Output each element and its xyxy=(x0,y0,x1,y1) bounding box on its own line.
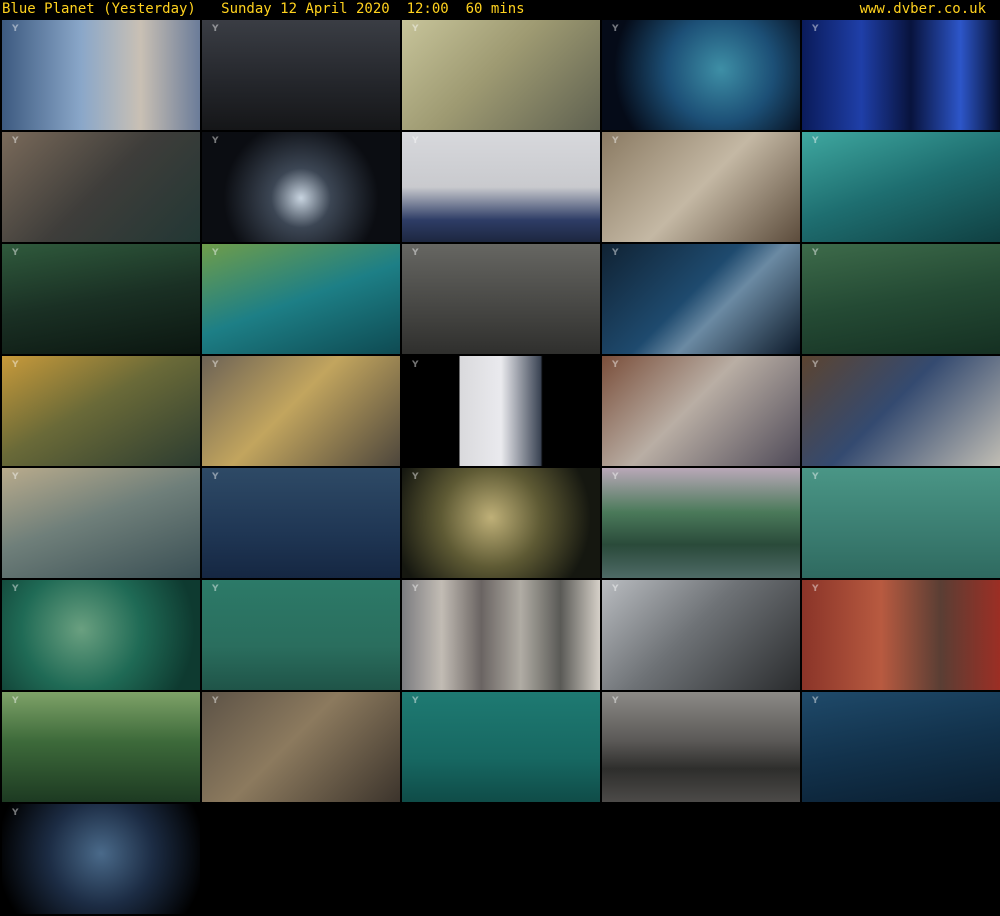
site-link[interactable]: www.dvber.co.uk xyxy=(860,1,986,18)
channel-logo-icon: Y xyxy=(812,360,819,370)
thumbnail-fish-school[interactable]: Y xyxy=(802,692,1000,802)
thumbnail-office-scene[interactable]: Y xyxy=(2,20,200,130)
thumbnail-fish-shoal[interactable]: Y xyxy=(2,580,200,690)
thumbnail-earth-from-space[interactable]: Y xyxy=(602,20,800,130)
channel-logo-icon: Y xyxy=(412,136,419,146)
channel-logo-icon: Y xyxy=(812,472,819,482)
channel-logo-icon: Y xyxy=(212,136,219,146)
channel-logo-icon: Y xyxy=(12,808,19,818)
channel-logo-icon: Y xyxy=(812,696,819,706)
thumbnail-woman-with-map[interactable]: Y xyxy=(602,356,800,466)
thumbnail-presenter-clock[interactable]: Y xyxy=(402,356,600,466)
thumbnail-lake-swimmer[interactable]: Y xyxy=(402,244,600,354)
header-bar: Blue Planet (Yesterday) Sunday 12 April … xyxy=(0,0,1000,20)
channel-logo-icon: Y xyxy=(212,472,219,482)
channel-logo-icon: Y xyxy=(812,24,819,34)
channel-logo-icon: Y xyxy=(812,136,819,146)
thumbnail-seagrass[interactable]: Y xyxy=(802,244,1000,354)
channel-logo-icon: Y xyxy=(12,472,19,482)
thumbnail-bubble-surface[interactable]: Y xyxy=(2,804,200,914)
thumbnail-street-stripes[interactable]: Y xyxy=(402,580,600,690)
channel-logo-icon: Y xyxy=(212,248,219,258)
channel-logo-icon: Y xyxy=(412,248,419,258)
channel-logo-icon: Y xyxy=(812,248,819,258)
channel-logo-icon: Y xyxy=(612,472,619,482)
thumbnail-ruined-city[interactable]: Y xyxy=(602,132,800,242)
channel-logo-icon: Y xyxy=(12,24,19,34)
channel-logo-icon: Y xyxy=(612,248,619,258)
channel-logo-icon: Y xyxy=(412,24,419,34)
thumbnail-snowy-mountain[interactable]: Y xyxy=(602,692,800,802)
thumbnail-kelp-forest-bright[interactable]: Y xyxy=(202,244,400,354)
thumbnail-lobster[interactable]: Y xyxy=(2,468,200,578)
thumbnail-kelp-sunbeams[interactable]: Y xyxy=(2,692,200,802)
thumbnail-whale-underwater[interactable]: Y xyxy=(802,132,1000,242)
channel-logo-icon: Y xyxy=(412,472,419,482)
channel-logo-icon: Y xyxy=(12,136,19,146)
thumbnail-murky-water[interactable]: Y xyxy=(2,132,200,242)
thumbnail-turquoise-water[interactable]: Y xyxy=(402,692,600,802)
programme-title: Blue Planet (Yesterday) Sunday 12 April … xyxy=(2,1,525,17)
thumbnail-glass-building[interactable]: Y xyxy=(202,132,400,242)
channel-logo-icon: Y xyxy=(612,136,619,146)
thumbnail-kelp-forest-dark[interactable]: Y xyxy=(2,244,200,354)
thumbnail-healthy-grill-sign[interactable]: Y xyxy=(602,580,800,690)
channel-logo-icon: Y xyxy=(212,584,219,594)
thumbnail-blue-stripes[interactable]: Y xyxy=(802,20,1000,130)
thumbnail-stormy-sky[interactable]: Y xyxy=(202,20,400,130)
channel-logo-icon: Y xyxy=(612,696,619,706)
channel-logo-icon: Y xyxy=(812,584,819,594)
thumbnail-museum-exhibit[interactable]: Y xyxy=(802,356,1000,466)
thumbnail-mountain-lake[interactable]: Y xyxy=(602,468,800,578)
channel-logo-icon: Y xyxy=(612,360,619,370)
thumbnail-plankton[interactable]: Y xyxy=(202,468,400,578)
channel-logo-icon: Y xyxy=(412,360,419,370)
channel-logo-icon: Y xyxy=(12,696,19,706)
channel-logo-icon: Y xyxy=(12,584,19,594)
channel-logo-icon: Y xyxy=(212,24,219,34)
channel-logo-icon: Y xyxy=(612,24,619,34)
thumbnail-frogfish[interactable]: Y xyxy=(202,692,400,802)
thumbnail-fish-jaws[interactable]: Y xyxy=(402,468,600,578)
channel-logo-icon: Y xyxy=(12,360,19,370)
channel-logo-icon: Y xyxy=(212,360,219,370)
thumbnail-couple-walking[interactable]: Y xyxy=(802,580,1000,690)
thumbnail-rock-edge[interactable]: Y xyxy=(602,244,800,354)
channel-logo-icon: Y xyxy=(412,584,419,594)
channel-logo-icon: Y xyxy=(212,696,219,706)
thumbnail-seal-closeup[interactable]: Y xyxy=(402,20,600,130)
channel-logo-icon: Y xyxy=(412,696,419,706)
thumbnail-teal-underwater[interactable]: Y xyxy=(802,468,1000,578)
thumbnail-grid: Y Y Y Y Y Y Y Y Y Y Y Y Y Y Y Y Y Y Y Y Y Y Y Y Y Y Y Y Y Y Y Y Y Y Y Y xyxy=(0,20,1000,916)
thumbnail-golden-kelp[interactable]: Y xyxy=(2,356,200,466)
thumbnail-sea-slug[interactable]: Y xyxy=(202,356,400,466)
thumbnail-presenter-fe-co-uk[interactable]: Y xyxy=(402,132,600,242)
channel-logo-icon: Y xyxy=(12,248,19,258)
channel-logo-icon: Y xyxy=(612,584,619,594)
thumbnail-green-water[interactable]: Y xyxy=(202,580,400,690)
